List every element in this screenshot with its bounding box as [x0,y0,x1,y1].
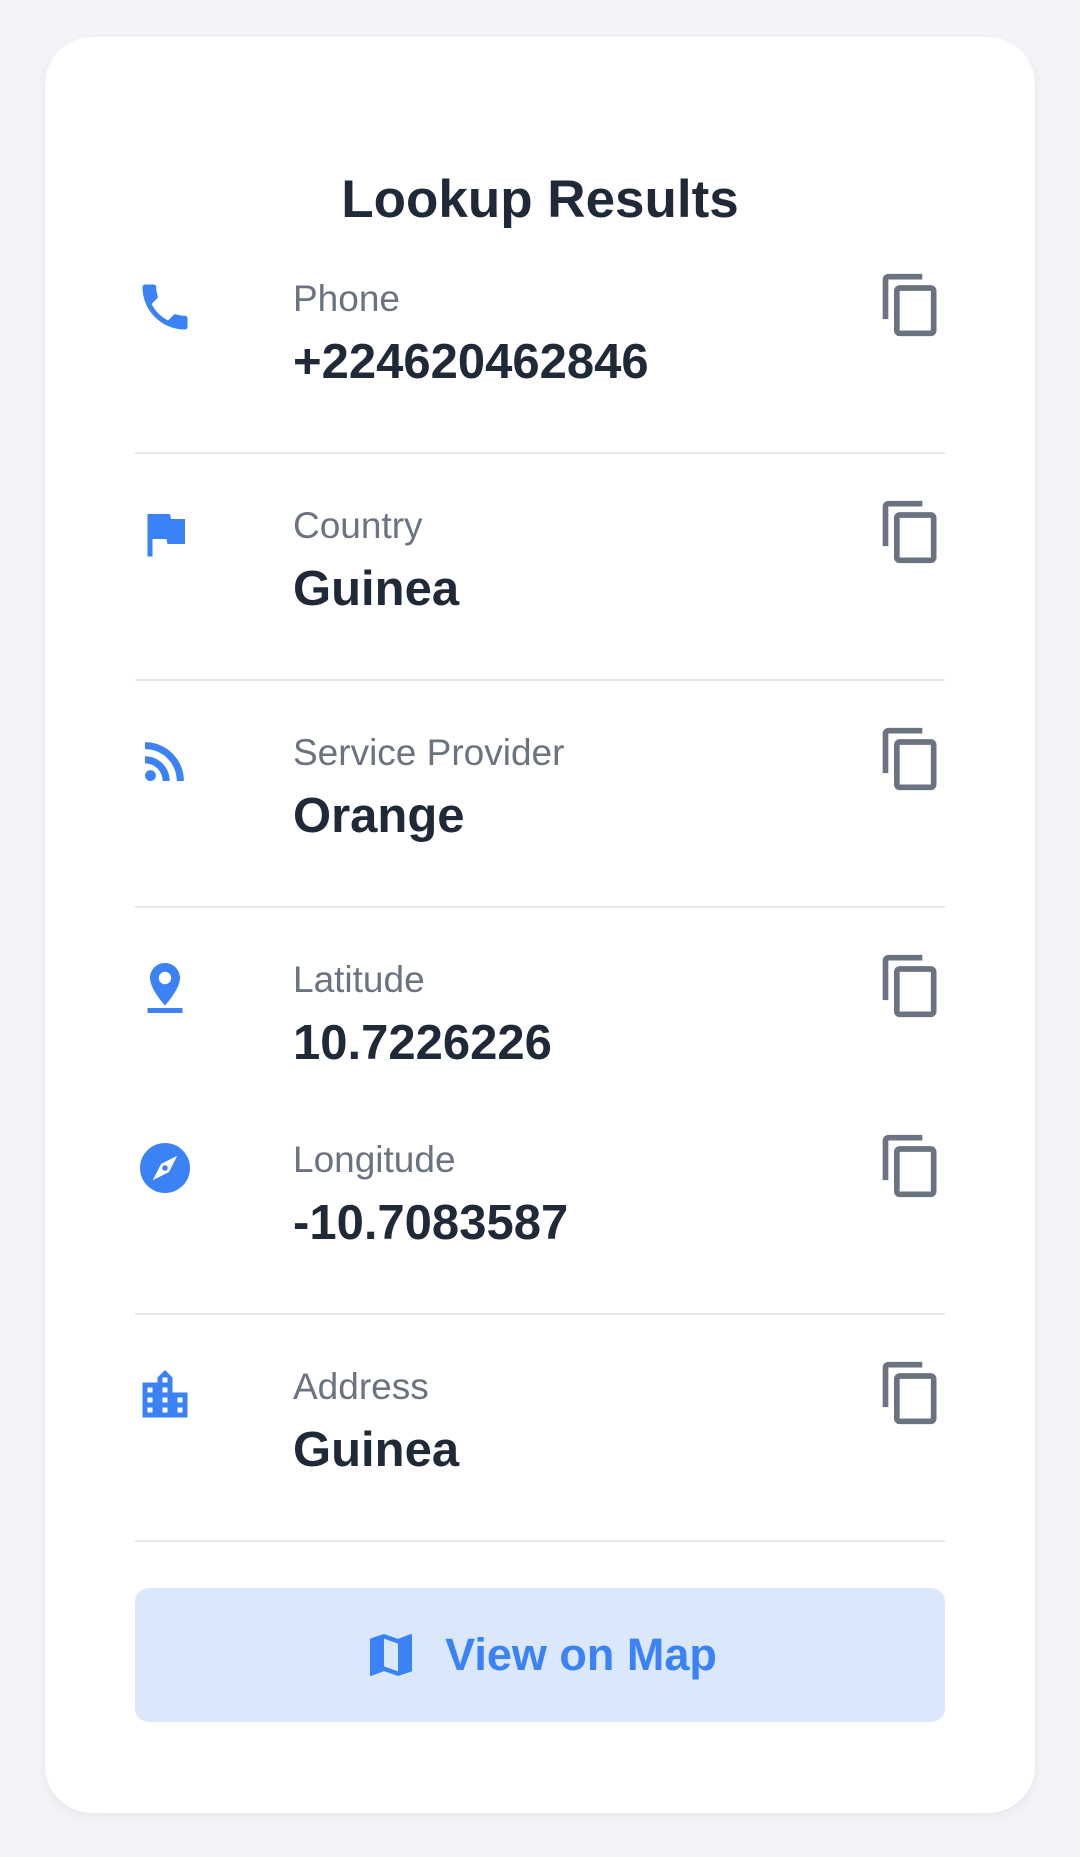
divider [135,1313,945,1315]
copy-icon [882,500,937,564]
service-provider-value: Orange [293,789,465,843]
address-value: Guinea [293,1423,460,1477]
copy-icon [882,954,937,1018]
longitude-label: Longitude [293,1139,456,1180]
lookup-results-card: Lookup Results Phone +224620462846 Count… [45,37,1035,1813]
country-value: Guinea [293,562,460,616]
flag-icon [135,504,195,564]
copy-phone-button[interactable] [877,271,945,339]
compass-icon [135,1138,195,1198]
phone-label: Phone [293,278,400,319]
address-label: Address [293,1366,429,1407]
copy-address-button[interactable] [877,1359,945,1427]
divider [135,679,945,681]
country-label: Country [293,505,423,546]
copy-icon [882,273,937,337]
latitude-label: Latitude [293,959,425,1000]
city-icon [135,1365,195,1425]
service-provider-label: Service Provider [293,732,565,773]
copy-icon [882,1134,937,1198]
copy-icon [882,1361,937,1425]
longitude-value: -10.7083587 [293,1196,569,1250]
divider [135,452,945,454]
rss-icon [135,731,195,791]
copy-latitude-button[interactable] [877,952,945,1020]
phone-value: +224620462846 [293,335,649,389]
pin-drop-icon [135,958,195,1018]
page-title: Lookup Results [341,170,739,229]
view-on-map-button[interactable]: View on Map [135,1588,945,1722]
divider [135,1540,945,1542]
divider [135,906,945,908]
map-icon [363,1627,419,1683]
copy-service-provider-button[interactable] [877,725,945,793]
phone-icon [135,277,195,337]
view-on-map-label: View on Map [445,1629,717,1680]
copy-country-button[interactable] [877,498,945,566]
copy-icon [882,727,937,791]
latitude-value: 10.7226226 [293,1016,552,1070]
copy-longitude-button[interactable] [877,1132,945,1200]
